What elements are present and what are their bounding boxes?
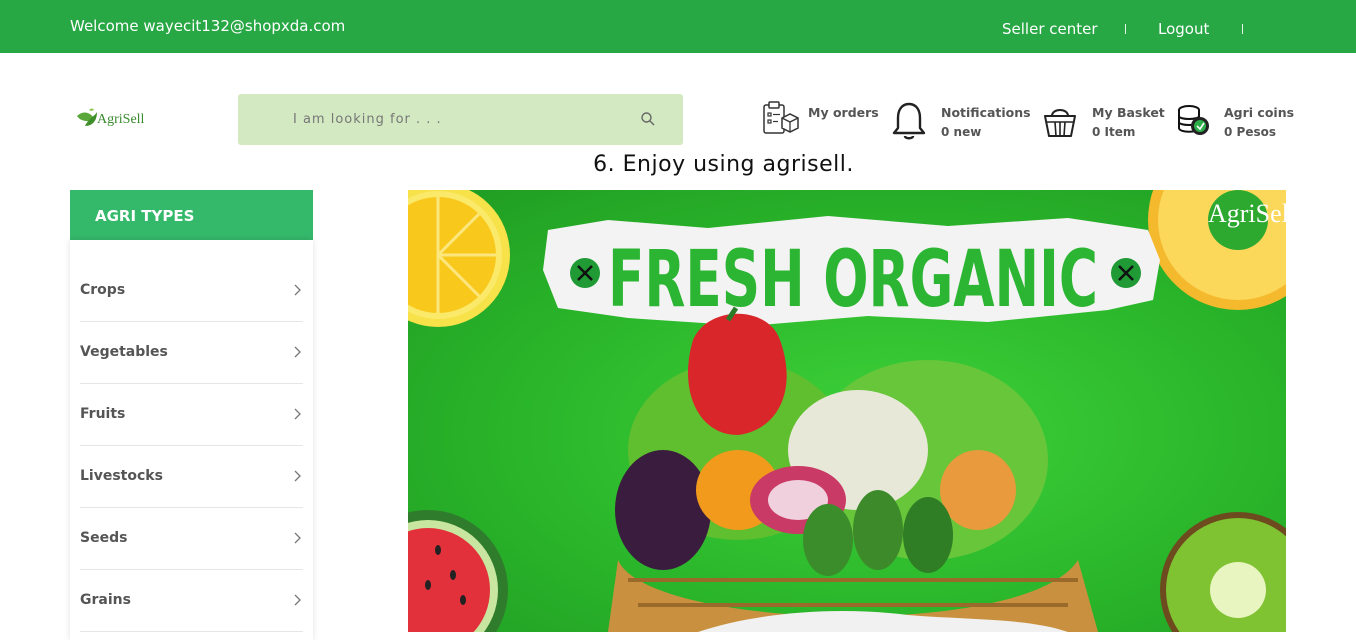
search-icon[interactable] [640,111,656,127]
my-basket-label: My Basket [1092,105,1165,120]
welcome-text: Welcome wayecit132@shopxda.com [70,17,346,35]
watermelon-slice-image [408,510,508,632]
chevron-right-icon [294,346,301,358]
sidebar-item-fruits[interactable]: Fruits [80,384,303,446]
sidebar-item-label: Fruits [80,406,126,422]
sidebar-item-vegetables[interactable]: Vegetables [80,322,303,384]
divider [1125,24,1126,34]
my-basket-button[interactable]: My Basket 0 Item [1043,100,1165,142]
divider [1242,24,1243,34]
chevron-right-icon [294,284,301,296]
search-bar[interactable] [238,94,683,145]
sidebar-title: AGRI TYPES [70,190,313,240]
lemon-slice-image [408,190,510,327]
search-input[interactable] [238,94,683,145]
my-orders-button[interactable]: My orders [762,100,879,142]
promo-banner[interactable]: FRESH ORGANIC AgriSell [408,190,1286,632]
chevron-right-icon [294,594,301,606]
clipboard-box-icon [763,101,799,134]
notifications-button[interactable]: Notifications 0 new [891,100,1031,142]
sidebar-item-label: Vegetables [80,344,168,360]
top-bar: Welcome wayecit132@shopxda.com Seller ce… [0,0,1356,53]
sidebar-item-label: Crops [80,282,126,298]
coins-icon [1178,105,1209,135]
banner-artwork: FRESH ORGANIC AgriSell [408,190,1286,632]
agri-coins-label: Agri coins [1224,105,1295,120]
notifications-label: Notifications [941,105,1031,120]
kiwi-slice-image [1160,512,1286,632]
tutorial-caption: 6. Enjoy using agrisell. [593,152,854,177]
sidebar-item-crops[interactable]: Crops [80,260,303,322]
sidebar-item-label: Seeds [80,530,128,546]
sidebar-item-livestocks[interactable]: Livestocks [80,446,303,508]
basket-count: 0 Item [1092,125,1136,139]
notifications-count: 0 new [941,125,982,139]
sidebar-item-label: Grains [80,592,131,608]
sidebar-item-grains[interactable]: Grains [80,570,303,632]
logout-link[interactable]: Logout [1158,20,1209,38]
my-orders-label: My orders [808,105,879,120]
seller-center-link[interactable]: Seller center [1002,20,1098,38]
chevron-right-icon [294,532,301,544]
chevron-right-icon [294,408,301,420]
logo-text: AgriSell [97,112,145,127]
sidebar-category-list: Crops Vegetables Fruits Livestocks Seeds… [70,240,313,640]
banner-brand: AgriSell [1208,199,1286,228]
agri-coins-value: 0 Pesos [1224,125,1276,139]
chevron-right-icon [294,470,301,482]
banner-headline: FRESH ORGANIC [608,235,1098,325]
sidebar-item-label: Livestocks [80,468,163,484]
vegetable-basket-image [608,306,1098,632]
bell-icon [892,102,926,140]
sidebar-item-seeds[interactable]: Seeds [80,508,303,570]
agri-coins-button[interactable]: Agri coins 0 Pesos [1176,100,1294,142]
basket-icon [1044,109,1076,137]
